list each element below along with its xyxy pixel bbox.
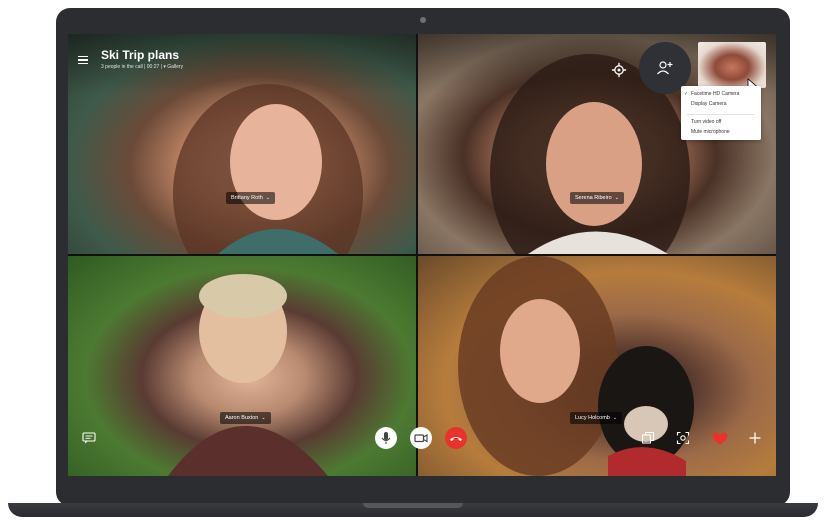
menu-divider	[687, 114, 755, 115]
laptop-notch	[363, 503, 463, 508]
hang-up-button[interactable]	[445, 427, 467, 449]
menu-item-display-camera[interactable]: Display Camera	[691, 101, 727, 107]
chat-icon[interactable]	[82, 432, 96, 444]
webcam-dot	[420, 17, 426, 23]
participant-name: Lucy Holcomb	[575, 415, 610, 421]
heart-icon[interactable]	[712, 432, 728, 446]
hang-up-icon	[450, 437, 462, 441]
share-screen-icon[interactable]	[641, 431, 655, 445]
participant-name-tag[interactable]: Lucy Holcomb ⌄	[570, 412, 623, 424]
checkmark-icon: ✓	[684, 91, 689, 97]
participant-name: Serena Ribeiro	[575, 195, 612, 201]
participant-name-tag[interactable]: Serena Ribeiro ⌄	[570, 192, 624, 204]
chevron-down-icon: ⌄	[261, 415, 266, 421]
participant-name: Brittany Roth	[231, 195, 263, 201]
menu-item-turn-video-off[interactable]: Turn video off	[691, 119, 721, 125]
laptop-frame: Brittany Roth ⌄ Serena Ribeiro ⌄ Aaron Bux…	[56, 8, 790, 506]
mute-button[interactable]	[375, 427, 397, 449]
camera-options-menu: ✓ Facetime HD Camera Display Camera Turn…	[681, 86, 761, 140]
menu-item-facetime-camera[interactable]: Facetime HD Camera	[691, 91, 739, 97]
call-title: Ski Trip plans	[101, 48, 180, 62]
plus-icon[interactable]	[748, 431, 762, 445]
skype-call-window: Brittany Roth ⌄ Serena Ribeiro ⌄ Aaron Bux…	[68, 34, 776, 476]
chevron-down-icon: ⌄	[265, 195, 270, 201]
video-camera-icon	[414, 434, 428, 443]
hamburger-icon[interactable]	[78, 56, 88, 64]
participant-name-tag[interactable]: Aaron Buxton ⌄	[220, 412, 271, 424]
video-toggle-button[interactable]	[410, 427, 432, 449]
video-tile-3[interactable]: Aaron Buxton ⌄	[68, 256, 416, 476]
microphone-icon	[381, 432, 391, 444]
gear-icon[interactable]	[611, 62, 627, 78]
snapshot-icon[interactable]	[676, 431, 690, 445]
call-subtitle[interactable]: 3 people in the call | 00:27 | ▾ Gallery	[101, 64, 183, 70]
chevron-down-icon: ⌄	[612, 415, 618, 421]
participant-name-tag[interactable]: Brittany Roth ⌄	[226, 192, 275, 204]
participant-name: Aaron Buxton	[225, 415, 259, 421]
menu-item-mute-microphone[interactable]: Mute microphone	[691, 129, 730, 135]
participant-silhouette	[168, 274, 328, 476]
chevron-down-icon: ⌄	[614, 195, 619, 201]
add-person-icon	[657, 61, 673, 75]
